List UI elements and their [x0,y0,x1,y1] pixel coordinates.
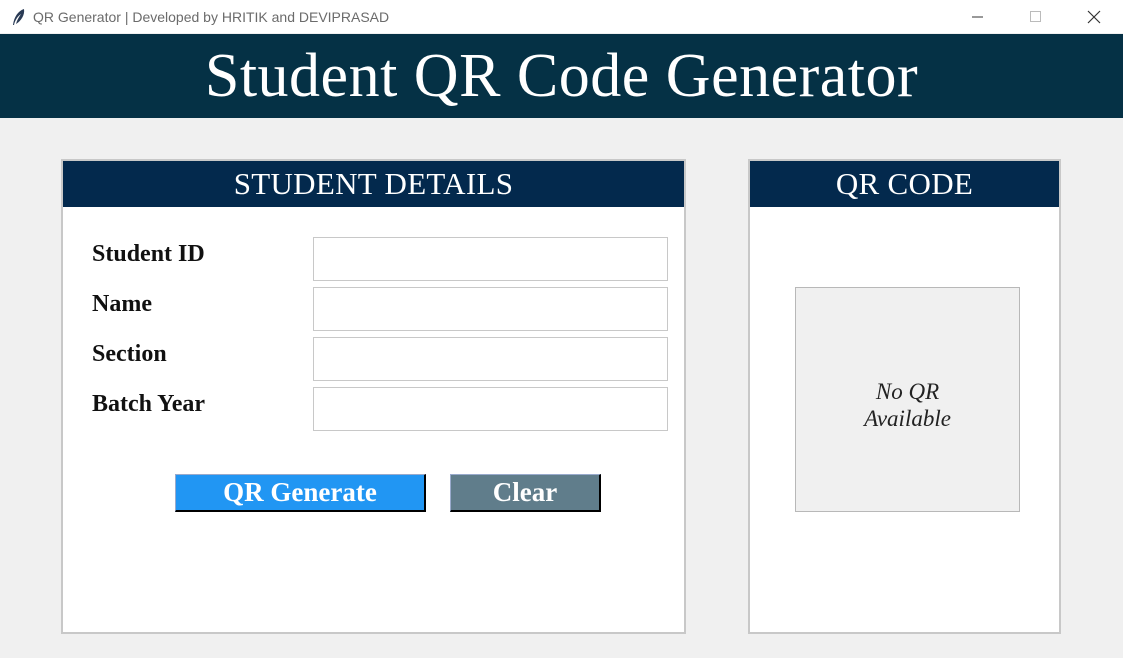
name-input[interactable] [313,287,668,331]
student-details-heading: STUDENT DETAILS [63,161,684,207]
app-header: Student QR Code Generator [0,34,1123,118]
section-input[interactable] [313,337,668,381]
clear-button[interactable]: Clear [450,474,601,512]
batch-year-label: Batch Year [92,391,206,417]
student-details-panel: STUDENT DETAILS Student ID Name Section … [61,159,686,634]
batch-year-input[interactable] [313,387,668,431]
minimize-icon [972,16,983,17]
qr-image-area: No QR Available [795,287,1020,512]
qr-placeholder-text: No QR Available [864,378,951,431]
student-id-input[interactable] [313,237,668,281]
feather-icon [9,7,29,27]
qr-code-heading: QR CODE [750,161,1059,207]
qr-generate-button[interactable]: QR Generate [175,474,426,512]
maximize-button[interactable] [1007,0,1065,33]
minimize-button[interactable] [949,0,1007,33]
page-title: Student QR Code Generator [204,42,919,110]
close-button[interactable] [1065,0,1123,33]
window-title: QR Generator | Developed by HRITIK and D… [33,8,390,25]
maximize-icon [1030,10,1041,22]
name-label: Name [92,291,152,317]
close-icon [1087,10,1101,23]
window-title-bar: QR Generator | Developed by HRITIK and D… [0,0,1123,33]
section-label: Section [92,341,167,367]
window-controls [949,0,1123,33]
student-id-label: Student ID [92,241,205,267]
qr-code-panel: QR CODE No QR Available [748,159,1061,634]
